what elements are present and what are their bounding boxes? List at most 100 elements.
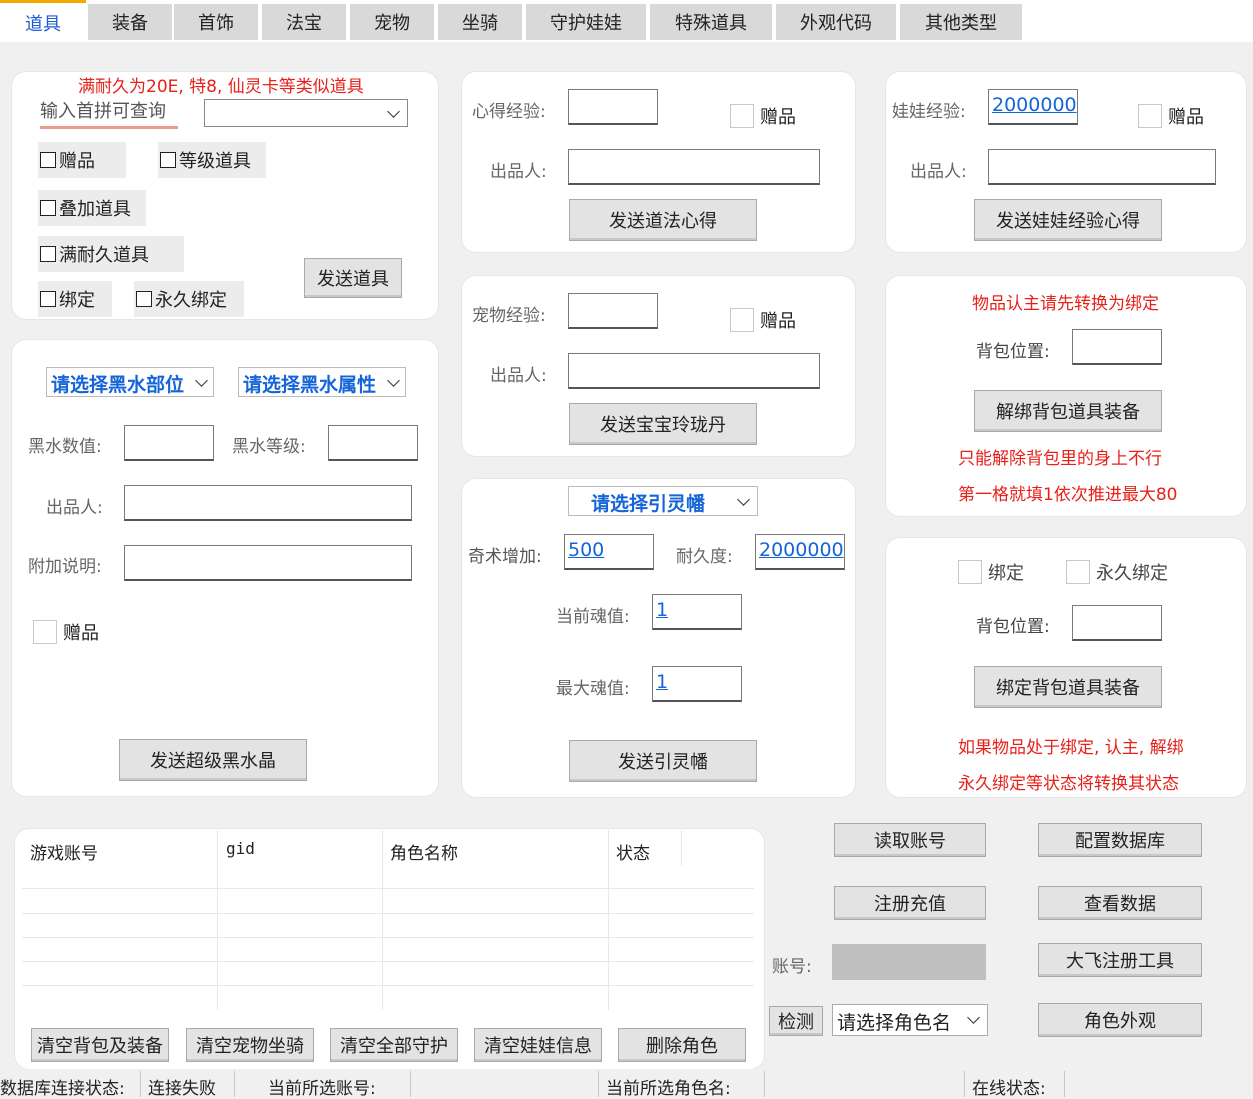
bind-button[interactable]: 绑定背包道具装备 [974,666,1162,708]
chevron-down-icon [387,374,400,387]
tab-jewelry[interactable]: 首饰 [174,4,258,40]
tab-magic-treasure[interactable]: 法宝 [262,4,346,40]
gift-label: 赠品 [1168,107,1204,128]
doll-producer-label: 出品人: [910,162,967,182]
item-search-combobox[interactable] [204,99,408,127]
checkbox-box [730,104,754,128]
black-water-part-select[interactable]: 请选择黑水部位 [46,367,214,397]
tab-items[interactable]: 道具 [0,0,86,42]
config-database-button[interactable]: 配置数据库 [1038,823,1202,857]
banner-select[interactable]: 请选择引灵幡 [568,486,758,516]
doll-gift-checkbox[interactable]: 赠品 [1138,103,1204,129]
column-header-gid[interactable]: gid [226,839,255,858]
tab-guardian-doll[interactable]: 守护娃娃 [526,4,646,40]
register-recharge-button[interactable]: 注册充值 [834,886,986,920]
cur-soul-input[interactable]: 1 [652,594,742,630]
doll-producer-input[interactable] [988,149,1216,185]
column-header-account[interactable]: 游戏账号 [30,839,98,864]
current-account-label: 当前所选账号: [268,1079,376,1099]
qishu-label: 奇术增加: [468,547,542,567]
view-data-button[interactable]: 查看数据 [1038,886,1202,920]
bind-checkbox[interactable]: 绑定 [38,281,112,317]
clear-guardian-button[interactable]: 清空全部守护 [330,1028,458,1062]
bind-note-1: 如果物品处于绑定, 认主, 解绑 [958,738,1184,758]
unbind-note-1: 只能解除背包里的身上不行 [958,449,1162,469]
checkbox-box [40,200,56,216]
xinde-gift-checkbox[interactable]: 赠品 [730,103,796,129]
full-durability-checkbox[interactable]: 满耐久道具 [38,236,184,272]
xinde-exp-input[interactable] [568,89,658,125]
checkbox-box [33,620,57,644]
part-select-text: 请选择黑水部位 [51,374,185,396]
qishu-input[interactable]: 500 [564,534,654,570]
send-item-button[interactable]: 发送道具 [304,258,402,298]
black-water-value-input[interactable] [124,425,214,461]
column-divider [382,830,383,1010]
black-water-attr-select[interactable]: 请选择黑水属性 [238,367,406,397]
pet-producer-label: 出品人: [490,366,547,386]
pet-gift-checkbox[interactable]: 赠品 [730,307,796,333]
clear-pet-mount-button[interactable]: 清空宠物坐骑 [186,1028,314,1062]
tab-appearance-code[interactable]: 外观代码 [776,4,896,40]
send-black-crystal-button[interactable]: 发送超级黑水晶 [119,739,307,781]
checkbox-box [160,152,176,168]
column-divider [681,830,682,866]
black-water-extra-input[interactable] [124,545,412,581]
delete-role-button[interactable]: 删除角色 [618,1028,746,1062]
perm-bind-state-checkbox[interactable]: 永久绑定 [1066,559,1168,585]
send-xinde-button[interactable]: 发送道法心得 [569,199,757,241]
max-soul-input[interactable]: 1 [652,666,742,702]
tab-special-items[interactable]: 特殊道具 [650,4,772,40]
doll-exp-input[interactable]: 2000000 [988,89,1078,125]
status-separator [410,1071,411,1097]
bind-slot-input[interactable] [1072,605,1162,641]
db-status-label: 数据库连接状态: [0,1079,125,1099]
send-banner-button[interactable]: 发送引灵幡 [569,740,757,782]
status-separator [598,1071,599,1097]
tab-pet[interactable]: 宠物 [350,4,434,40]
read-account-button[interactable]: 读取账号 [834,823,986,857]
checkbox-box [958,560,982,584]
stack-item-checkbox[interactable]: 叠加道具 [38,190,146,226]
unbind-slot-input[interactable] [1072,329,1162,365]
black-water-gift-checkbox[interactable]: 赠品 [33,619,99,645]
pet-producer-input[interactable] [568,353,820,389]
send-pet-pill-button[interactable]: 发送宝宝玲珑丹 [569,403,757,445]
row-divider [22,937,754,938]
tab-mount[interactable]: 坐骑 [438,4,522,40]
tab-equipment[interactable]: 装备 [88,4,172,40]
pet-exp-label: 宠物经验: [472,306,546,326]
gift-checkbox[interactable]: 赠品 [38,142,126,178]
perm-bind-checkbox[interactable]: 永久绑定 [134,281,244,317]
stack-item-label: 叠加道具 [59,199,131,220]
db-status-value: 连接失败 [148,1079,216,1099]
black-water-level-label: 黑水等级: [232,437,306,457]
full-durability-label: 满耐久道具 [59,245,149,266]
tab-other-types[interactable]: 其他类型 [900,4,1022,40]
role-name-select[interactable]: 请选择角色名 [832,1004,988,1036]
unbind-top-note: 物品认主请先转换为绑定 [972,294,1159,314]
send-doll-exp-button[interactable]: 发送娃娃经验心得 [974,199,1162,241]
xinde-producer-input[interactable] [568,149,820,185]
chevron-down-icon [967,1011,980,1024]
account-table[interactable]: 游戏账号 gid 角色名称 状态 [22,830,754,1010]
tab-bar: 道具 装备 首饰 法宝 宠物 坐骑 守护娃娃 特殊道具 外观代码 其他类型 [0,0,1253,42]
black-water-producer-input[interactable] [124,485,412,521]
check-button[interactable]: 检测 [769,1006,823,1036]
cur-soul-label: 当前魂值: [556,607,630,627]
role-appearance-button[interactable]: 角色外观 [1038,1003,1202,1037]
current-role-label: 当前所选角色名: [606,1079,731,1099]
pet-exp-input[interactable] [568,293,658,329]
level-item-checkbox[interactable]: 等级道具 [158,142,266,178]
clear-bag-button[interactable]: 清空背包及装备 [31,1028,169,1062]
online-status-label: 在线状态: [972,1079,1046,1099]
dafei-register-tool-button[interactable]: 大飞注册工具 [1038,943,1202,977]
black-water-level-input[interactable] [328,425,418,461]
durability-input[interactable]: 2000000 [755,534,845,570]
unbind-button[interactable]: 解绑背包道具装备 [974,390,1162,432]
clear-doll-button[interactable]: 清空娃娃信息 [474,1028,602,1062]
banner-select-text: 请选择引灵幡 [591,493,706,515]
column-header-role-name[interactable]: 角色名称 [390,839,458,864]
bind-state-checkbox[interactable]: 绑定 [958,559,1024,585]
column-header-status[interactable]: 状态 [616,839,650,864]
